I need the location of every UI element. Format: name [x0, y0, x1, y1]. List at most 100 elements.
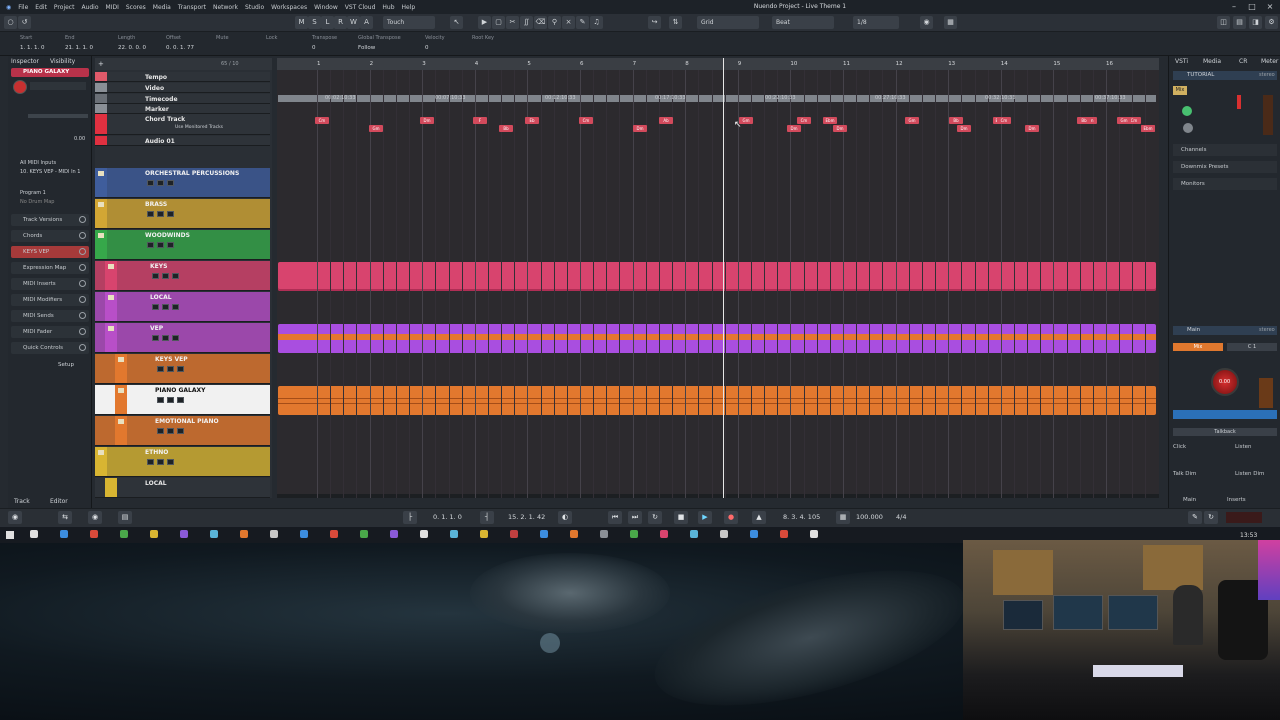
- volume-fader[interactable]: [28, 114, 88, 118]
- inspector-buttons[interactable]: [30, 82, 86, 90]
- section-settings-icon[interactable]: [79, 216, 86, 223]
- chord-event[interactable]: Cm: [315, 117, 329, 124]
- menu-item-audio[interactable]: Audio: [81, 4, 98, 11]
- menu-item-transport[interactable]: Transport: [178, 4, 206, 11]
- folder-icon[interactable]: [108, 326, 114, 331]
- chord-event[interactable]: Gm: [1117, 117, 1131, 124]
- folder-icon[interactable]: [108, 264, 114, 269]
- close-icon[interactable]: ×: [1265, 2, 1275, 12]
- chord-event[interactable]: Dm: [787, 125, 801, 132]
- section-settings-icon[interactable]: [79, 312, 86, 319]
- taskbar-app-icon[interactable]: [810, 530, 818, 538]
- taskbar-app-icon[interactable]: [90, 530, 98, 538]
- chord-event[interactable]: Cm: [797, 117, 811, 124]
- chord-event[interactable]: Cm: [997, 117, 1011, 124]
- menu-item-workspaces[interactable]: Workspaces: [271, 4, 307, 11]
- zoom-tool-icon[interactable]: ⚲: [548, 16, 561, 29]
- inspector-section-midi-inserts[interactable]: MIDI Inserts: [11, 278, 89, 290]
- snap-toggle-icon[interactable]: ↪: [648, 16, 661, 29]
- track-brass[interactable]: BRASS: [95, 199, 270, 229]
- track-chord-track[interactable]: Chord Track Use Monitored Tracks: [95, 114, 270, 135]
- section-settings-icon[interactable]: [79, 296, 86, 303]
- control-room-volume-knob[interactable]: 0.00: [1211, 368, 1239, 396]
- taskbar-app-icon[interactable]: [330, 530, 338, 538]
- ruler[interactable]: 1 2 3 4 5 6 7 8 9 10 11 12 13 14 15 16: [277, 58, 1159, 70]
- info-value-start[interactable]: 1. 1. 1. 0: [20, 45, 45, 51]
- monitor-button[interactable]: [172, 273, 179, 279]
- eraser-icon[interactable]: ⌫: [534, 16, 547, 29]
- taskbar-app-icon[interactable]: [630, 530, 638, 538]
- menu-item-midi[interactable]: MIDI: [106, 4, 119, 11]
- track-local[interactable]: LOCAL: [95, 478, 270, 498]
- mute-button[interactable]: [147, 180, 154, 186]
- toolbar-button-w[interactable]: W: [347, 16, 360, 29]
- track-keys[interactable]: KEYS: [95, 261, 270, 291]
- menu-item-network[interactable]: Network: [213, 4, 238, 11]
- info-value-end[interactable]: 21. 1. 1. 0: [65, 45, 93, 51]
- chord-track-option[interactable]: Use Monitored Tracks: [175, 125, 223, 130]
- chord-event[interactable]: Gm: [369, 125, 383, 132]
- inspector-setup[interactable]: Setup: [58, 362, 74, 368]
- taskbar-app-icon[interactable]: [600, 530, 608, 538]
- folder-icon[interactable]: [98, 450, 104, 455]
- chord-event[interactable]: Eb: [525, 117, 539, 124]
- sync-icon[interactable]: ↻: [1204, 511, 1218, 524]
- mute-button[interactable]: [157, 397, 164, 403]
- menu-item-studio[interactable]: Studio: [245, 4, 264, 11]
- monitor-green-icon[interactable]: [1182, 106, 1192, 116]
- chord-event[interactable]: Dm: [633, 125, 647, 132]
- track-tempo[interactable]: Tempo: [95, 72, 270, 82]
- folder-icon[interactable]: [118, 357, 124, 362]
- split-tool-icon[interactable]: ✂: [506, 16, 519, 29]
- range-tool-icon[interactable]: ▢: [492, 16, 505, 29]
- app-logo-icon[interactable]: ◉: [6, 4, 11, 11]
- section-settings-icon[interactable]: [79, 280, 86, 287]
- inspector-section-quick-controls[interactable]: Quick Controls: [11, 342, 89, 354]
- chord-event[interactable]: Dm: [957, 125, 971, 132]
- track-local[interactable]: LOCAL: [95, 292, 270, 322]
- chord-event[interactable]: Dm: [1025, 125, 1039, 132]
- layout-left-icon[interactable]: ◫: [1217, 16, 1230, 29]
- inspector-input[interactable]: All MIDI Inputs: [20, 160, 56, 166]
- inspector-section-midi-modifiers[interactable]: MIDI Modifiers: [11, 294, 89, 306]
- folder-icon[interactable]: [108, 295, 114, 300]
- mix-source-button[interactable]: Mix: [1173, 343, 1223, 351]
- taskbar-app-icon[interactable]: [300, 530, 308, 538]
- inspector-section-midi-sends[interactable]: MIDI Sends: [11, 310, 89, 322]
- mute-button[interactable]: [157, 366, 164, 372]
- right-locator-icon[interactable]: ┤: [480, 511, 494, 524]
- menu-item-edit[interactable]: Edit: [35, 4, 47, 11]
- folder-icon[interactable]: [118, 388, 124, 393]
- colorize-icon[interactable]: ◉: [920, 16, 933, 29]
- folder-icon[interactable]: [98, 233, 104, 238]
- undo-icon[interactable]: ↺: [18, 16, 31, 29]
- chord-event[interactable]: Gm: [905, 117, 919, 124]
- monitor-button[interactable]: [167, 459, 174, 465]
- listen-icon[interactable]: [1183, 123, 1193, 133]
- activate-project-icon[interactable]: ○: [4, 16, 17, 29]
- section-settings-icon[interactable]: [79, 344, 86, 351]
- settings-icon[interactable]: ⚙: [1265, 16, 1278, 29]
- record-enable-icon[interactable]: [13, 80, 27, 94]
- glue-tool-icon[interactable]: ∬: [520, 16, 533, 29]
- tempo-value[interactable]: 100.000: [856, 513, 883, 521]
- taskbar-app-icon[interactable]: [270, 530, 278, 538]
- taskbar-app-icon[interactable]: [720, 530, 728, 538]
- solo-button[interactable]: [167, 428, 174, 434]
- layout-bottom-icon[interactable]: ▤: [1233, 16, 1246, 29]
- taskbar-app-icon[interactable]: [30, 530, 38, 538]
- solo-button[interactable]: [157, 180, 164, 186]
- arrow-tool-icon[interactable]: ↖: [450, 16, 463, 29]
- track-keys-vep[interactable]: KEYS VEP: [95, 354, 270, 384]
- talkback-button[interactable]: Talkback: [1173, 428, 1277, 436]
- track-piano-galaxy[interactable]: PIANO GALAXY: [95, 385, 270, 415]
- left-locator-value[interactable]: 0. 1. 1. 0: [433, 513, 462, 521]
- quantize-select[interactable]: 1/8: [853, 16, 899, 29]
- dim-buttons[interactable]: [1173, 410, 1277, 419]
- toolbar-button-r[interactable]: R: [334, 16, 347, 29]
- info-value-velocity[interactable]: 0: [425, 45, 429, 51]
- tab-meter[interactable]: Meter: [1261, 58, 1278, 65]
- minimize-icon[interactable]: –: [1229, 2, 1239, 12]
- track-video[interactable]: Video: [95, 83, 270, 93]
- taskbar-app-icon[interactable]: [420, 530, 428, 538]
